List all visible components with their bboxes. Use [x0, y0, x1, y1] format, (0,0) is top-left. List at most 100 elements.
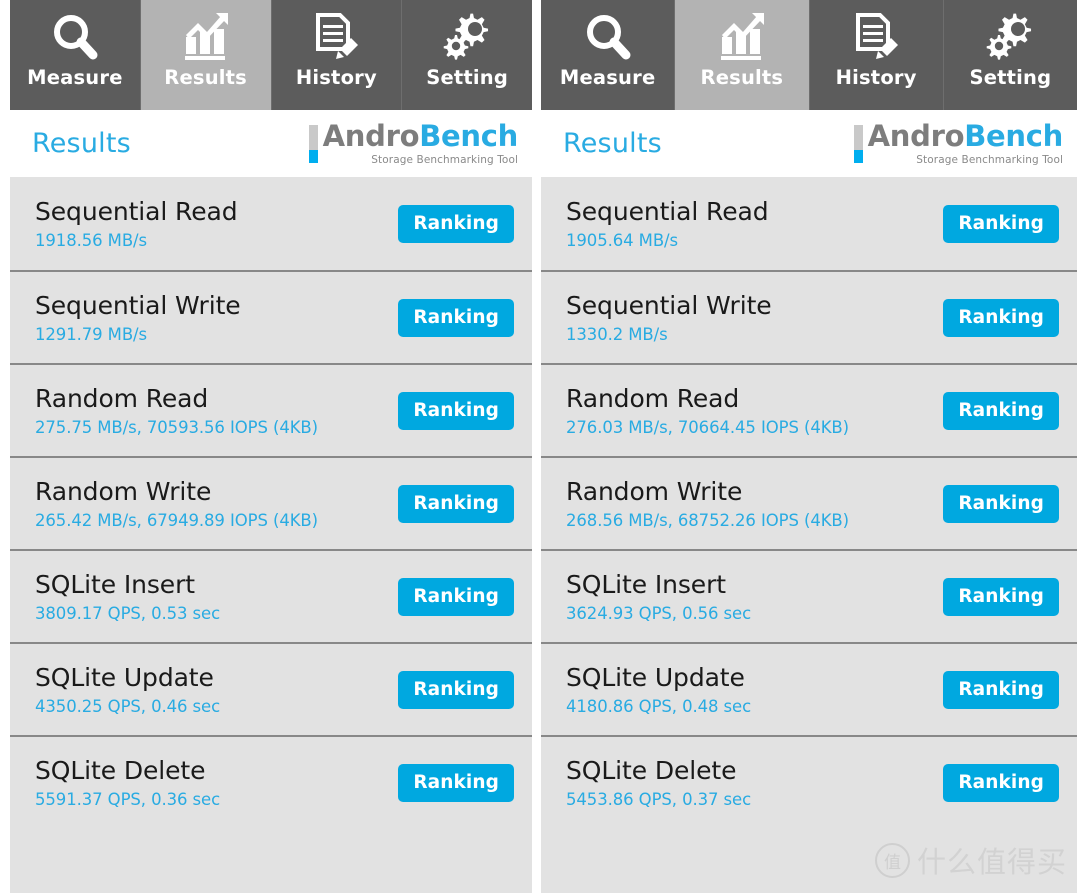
- row-title: SQLite Delete: [35, 755, 206, 785]
- logo-tagline: Storage Benchmarking Tool: [916, 153, 1063, 166]
- ranking-button[interactable]: Ranking: [398, 763, 514, 802]
- row-value: 1918.56 MB/s: [35, 230, 147, 250]
- row-value: 4350.25 QPS, 0.46 sec: [35, 696, 221, 716]
- magnifier-icon: [49, 9, 101, 65]
- tab-setting[interactable]: Setting: [402, 0, 532, 110]
- row-value: 5591.37 QPS, 0.36 sec: [35, 789, 221, 809]
- page-title: Results: [563, 128, 662, 159]
- ranking-button[interactable]: Ranking: [398, 391, 514, 430]
- row-title: SQLite Update: [566, 662, 745, 692]
- bar-chart-icon: [180, 9, 232, 65]
- table-row[interactable]: Random Write 265.42 MB/s, 67949.89 IOPS …: [10, 456, 532, 549]
- document-pencil-icon: [850, 9, 902, 65]
- table-row[interactable]: SQLite Delete 5453.86 QPS, 0.37 sec Rank…: [541, 735, 1077, 828]
- row-value: 1905.64 MB/s: [566, 230, 678, 250]
- logo-text-andro: Andro: [322, 118, 420, 153]
- table-row[interactable]: SQLite Update 4180.86 QPS, 0.48 sec Rank…: [541, 642, 1077, 735]
- table-row[interactable]: Random Read 275.75 MB/s, 70593.56 IOPS (…: [10, 363, 532, 456]
- table-row[interactable]: SQLite Insert 3624.93 QPS, 0.56 sec Rank…: [541, 549, 1077, 642]
- row-value: 265.42 MB/s, 67949.89 IOPS (4KB): [35, 510, 318, 530]
- screenshot-root: Measure Results History Setting Results …: [0, 0, 1077, 893]
- table-row[interactable]: Sequential Write 1330.2 MB/s Ranking: [541, 270, 1077, 363]
- row-value: 1330.2 MB/s: [566, 324, 668, 344]
- row-title: SQLite Delete: [566, 755, 737, 785]
- table-row[interactable]: SQLite Insert 3809.17 QPS, 0.53 sec Rank…: [10, 549, 532, 642]
- row-value: 275.75 MB/s, 70593.56 IOPS (4KB): [35, 417, 318, 437]
- ranking-button[interactable]: Ranking: [398, 484, 514, 523]
- row-value: 3624.93 QPS, 0.56 sec: [566, 603, 752, 623]
- page-header-right: Results AndroBench Storage Benchmarking …: [541, 110, 1077, 177]
- row-value: 3809.17 QPS, 0.53 sec: [35, 603, 221, 623]
- row-value: 5453.86 QPS, 0.37 sec: [566, 789, 752, 809]
- ranking-button[interactable]: Ranking: [943, 204, 1059, 243]
- tab-bar-left: Measure Results History Setting: [10, 0, 532, 110]
- gears-icon: [984, 9, 1036, 65]
- ranking-button[interactable]: Ranking: [943, 763, 1059, 802]
- document-pencil-icon: [310, 9, 362, 65]
- tab-measure[interactable]: Measure: [541, 0, 676, 110]
- ranking-button[interactable]: Ranking: [398, 670, 514, 709]
- tab-setting-label: Setting: [969, 66, 1052, 89]
- tab-results[interactable]: Results: [675, 0, 810, 110]
- ranking-button[interactable]: Ranking: [398, 577, 514, 616]
- table-row[interactable]: Random Read 276.03 MB/s, 70664.45 IOPS (…: [541, 363, 1077, 456]
- row-title: Random Read: [35, 383, 209, 413]
- row-value: 4180.86 QPS, 0.48 sec: [566, 696, 752, 716]
- list-empty-space: [10, 828, 532, 893]
- results-list-right: Sequential Read 1905.64 MB/s Ranking Seq…: [541, 177, 1077, 893]
- magnifier-icon: [582, 9, 634, 65]
- tab-history-label: History: [835, 66, 917, 89]
- logo-text-andro: Andro: [867, 118, 965, 153]
- tab-measure-label: Measure: [27, 66, 123, 89]
- tab-measure[interactable]: Measure: [10, 0, 141, 110]
- logo-bar-icon: [853, 124, 863, 163]
- row-value: 268.56 MB/s, 68752.26 IOPS (4KB): [566, 510, 849, 530]
- row-title: Sequential Write: [35, 290, 241, 320]
- row-title: Random Write: [566, 476, 743, 506]
- page-header-left: Results AndroBench Storage Benchmarking …: [10, 110, 532, 177]
- logo-bar-icon: [308, 124, 318, 163]
- tab-setting[interactable]: Setting: [943, 0, 1077, 110]
- row-title: Sequential Read: [35, 196, 238, 226]
- gears-icon: [441, 9, 493, 65]
- results-list-left: Sequential Read 1918.56 MB/s Ranking Seq…: [10, 177, 532, 893]
- bar-chart-icon: [716, 9, 768, 65]
- ranking-button[interactable]: Ranking: [943, 577, 1059, 616]
- row-value: 1291.79 MB/s: [35, 324, 147, 344]
- table-row[interactable]: Random Write 268.56 MB/s, 68752.26 IOPS …: [541, 456, 1077, 549]
- ranking-button[interactable]: Ranking: [943, 484, 1059, 523]
- row-value: 276.03 MB/s, 70664.45 IOPS (4KB): [566, 417, 849, 437]
- tab-results[interactable]: Results: [140, 0, 272, 110]
- row-title: SQLite Insert: [35, 569, 195, 599]
- row-title: Sequential Write: [566, 290, 772, 320]
- tab-history[interactable]: History: [809, 0, 944, 110]
- tab-bar-right: Measure Results History Setting: [541, 0, 1077, 110]
- benchmark-panel-left: Measure Results History Setting Results …: [0, 0, 532, 893]
- page-title: Results: [32, 128, 131, 159]
- row-title: Random Read: [566, 383, 740, 413]
- tab-results-label: Results: [700, 66, 784, 89]
- table-row[interactable]: Sequential Read 1918.56 MB/s Ranking: [10, 177, 532, 270]
- row-title: Sequential Read: [566, 196, 769, 226]
- tab-history-label: History: [295, 66, 377, 89]
- table-row[interactable]: Sequential Read 1905.64 MB/s Ranking: [541, 177, 1077, 270]
- logo-text-bench: Bench: [964, 118, 1063, 153]
- androbench-logo: AndroBench Storage Benchmarking Tool: [853, 118, 1063, 166]
- row-title: SQLite Update: [35, 662, 214, 692]
- table-row[interactable]: SQLite Update 4350.25 QPS, 0.46 sec Rank…: [10, 642, 532, 735]
- row-title: SQLite Insert: [566, 569, 726, 599]
- table-row[interactable]: SQLite Delete 5591.37 QPS, 0.36 sec Rank…: [10, 735, 532, 828]
- ranking-button[interactable]: Ranking: [943, 391, 1059, 430]
- logo-tagline: Storage Benchmarking Tool: [371, 153, 518, 166]
- ranking-button[interactable]: Ranking: [943, 298, 1059, 337]
- ranking-button[interactable]: Ranking: [943, 670, 1059, 709]
- tab-results-label: Results: [164, 66, 247, 89]
- tab-history[interactable]: History: [271, 0, 403, 110]
- androbench-logo: AndroBench Storage Benchmarking Tool: [308, 118, 518, 166]
- list-empty-space: [541, 828, 1077, 893]
- table-row[interactable]: Sequential Write 1291.79 MB/s Ranking: [10, 270, 532, 363]
- ranking-button[interactable]: Ranking: [398, 204, 514, 243]
- tab-measure-label: Measure: [559, 66, 656, 89]
- ranking-button[interactable]: Ranking: [398, 298, 514, 337]
- benchmark-panel-right: Measure Results History Setting Results …: [532, 0, 1077, 893]
